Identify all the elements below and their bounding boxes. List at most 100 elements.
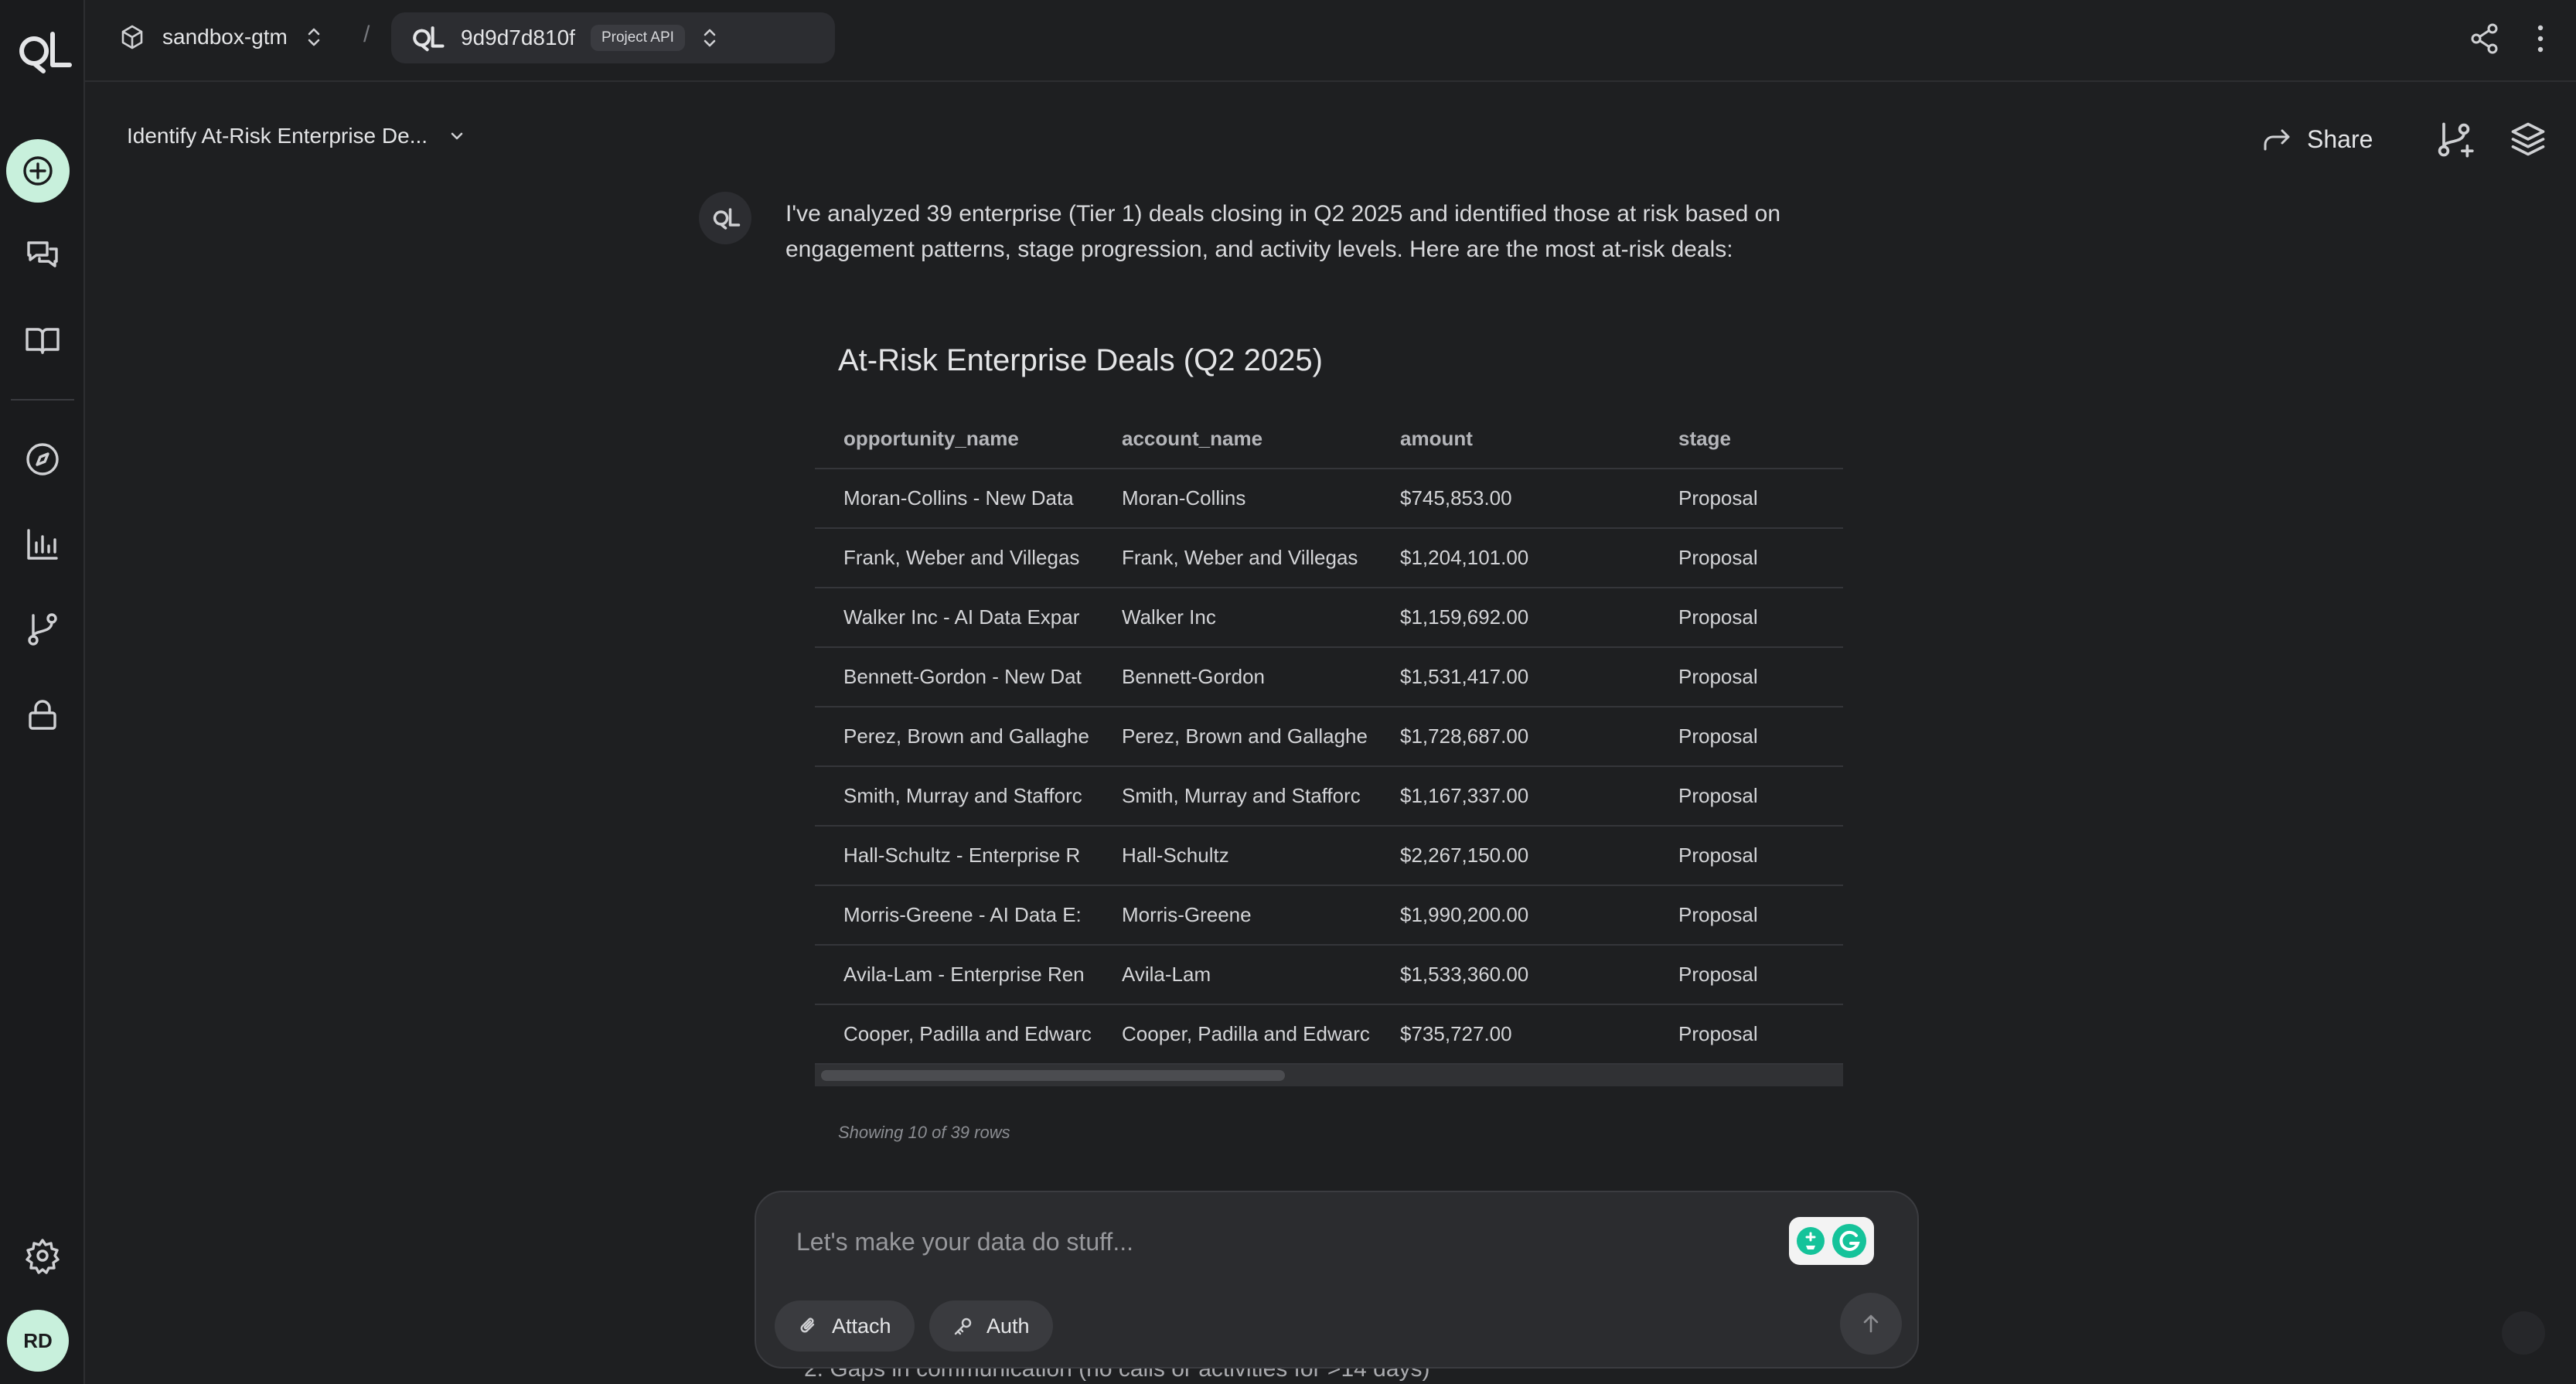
table-cell: Proposal — [1650, 647, 1843, 707]
table-cell: Moran-Collins - New Data — [815, 469, 1093, 529]
sidebar-divider — [11, 399, 74, 401]
layers-button[interactable] — [2508, 119, 2548, 159]
sidebar-item-security[interactable] — [15, 687, 70, 742]
cube-icon — [121, 25, 143, 49]
compass-icon — [26, 443, 59, 476]
user-avatar[interactable]: RD — [7, 1310, 69, 1372]
table-cell: Frank, Weber and Villegas — [1093, 528, 1371, 588]
grammarly-widget[interactable] — [1789, 1217, 1874, 1265]
top-bar: sandbox-gtm / 9d9d7d810f Project API — [85, 0, 2576, 82]
table-cell: $745,853.00 — [1371, 469, 1650, 529]
column-header[interactable]: stage — [1650, 410, 1843, 469]
table-horizontal-scrollbar[interactable] — [815, 1065, 1843, 1086]
lock-icon — [29, 700, 56, 730]
attach-button[interactable]: Attach — [775, 1300, 915, 1352]
table-cell: Proposal — [1650, 766, 1843, 827]
thread-title-dropdown[interactable]: Identify At-Risk Enterprise De... — [127, 124, 466, 148]
breadcrumb-separator: / — [363, 22, 370, 47]
table-cell: Cooper, Padilla and Edwarc — [1093, 1004, 1371, 1065]
table-row: Walker Inc - AI Data Expar Walker Inc $1… — [815, 588, 1843, 648]
row-count-text: Showing 10 of 39 rows — [838, 1123, 1010, 1142]
paperclip-icon — [800, 1318, 815, 1333]
share-label: Share — [2307, 124, 2373, 153]
table-cell: Moran-Collins — [1093, 469, 1371, 529]
table-cell: Proposal — [1650, 1004, 1843, 1065]
table-cell: Proposal — [1650, 826, 1843, 886]
table-cell: Walker Inc — [1093, 588, 1371, 648]
table-row: Moran-Collins - New Data Moran-Collins $… — [815, 469, 1843, 529]
table-cell: Morris-Greene — [1093, 885, 1371, 946]
branch-button[interactable] — [2434, 119, 2474, 159]
table-cell: Perez, Brown and Gallaghe — [815, 707, 1093, 767]
assistant-avatar — [699, 192, 751, 244]
table-cell: Proposal — [1650, 707, 1843, 767]
table-header-row: opportunity_name account_name amount sta… — [815, 410, 1843, 469]
layers-icon — [2511, 122, 2545, 156]
avatar-initials: RD — [23, 1328, 53, 1352]
table-row: Hall-Schultz - Enterprise R Hall-Schultz… — [815, 826, 1843, 886]
auth-button[interactable]: Auth — [929, 1300, 1053, 1352]
table-cell: $1,204,101.00 — [1371, 528, 1650, 588]
table-cell: Smith, Murray and Stafforc — [815, 766, 1093, 827]
thread-title: Identify At-Risk Enterprise De... — [127, 124, 428, 148]
app-logo[interactable] — [11, 28, 74, 74]
project-tag-badge: Project API — [590, 25, 685, 51]
table-cell: Frank, Weber and Villegas — [815, 528, 1093, 588]
sidebar-item-branches[interactable] — [15, 602, 70, 657]
table-cell: Proposal — [1650, 885, 1843, 946]
table-row: Smith, Murray and Stafforc Smith, Murray… — [815, 766, 1843, 827]
more-vertical-icon — [2537, 25, 2544, 53]
send-button[interactable] — [1840, 1293, 1902, 1355]
table-cell: $1,990,200.00 — [1371, 885, 1650, 946]
plus-circle-icon — [23, 156, 53, 186]
column-header[interactable]: amount — [1371, 410, 1650, 469]
new-chat-button[interactable] — [6, 139, 70, 203]
results-table[interactable]: opportunity_name account_name amount sta… — [815, 410, 1843, 1089]
sidebar: RD — [0, 0, 85, 1384]
message-input[interactable] — [796, 1228, 1724, 1256]
share-network-button[interactable] — [2466, 20, 2503, 57]
workspace-switcher[interactable]: sandbox-gtm — [119, 14, 323, 60]
table-cell: $2,267,150.00 — [1371, 826, 1650, 886]
table-row: Perez, Brown and Gallaghe Perez, Brown a… — [815, 707, 1843, 767]
sidebar-item-docs[interactable] — [15, 312, 70, 368]
project-id: 9d9d7d810f — [461, 26, 575, 49]
assistant-logo-icon — [713, 208, 741, 230]
table-cell: Hall-Schultz - Enterprise R — [815, 826, 1093, 886]
share-arrow-icon — [2264, 129, 2290, 151]
table-cell: Walker Inc - AI Data Expar — [815, 588, 1093, 648]
table-cell: $1,159,692.00 — [1371, 588, 1650, 648]
table-cell: Bennett-Gordon - New Dat — [815, 647, 1093, 707]
table-cell: Bennett-Gordon — [1093, 647, 1371, 707]
scrollbar-thumb[interactable] — [821, 1070, 1285, 1081]
chat-bubbles-icon — [27, 241, 58, 268]
table-cell: Avila-Lam - Enterprise Ren — [815, 945, 1093, 1005]
table-cell: Smith, Murray and Stafforc — [1093, 766, 1371, 827]
table-row: Frank, Weber and Villegas Frank, Weber a… — [815, 528, 1843, 588]
arrow-up-icon — [1863, 1314, 1879, 1333]
sidebar-item-explore[interactable] — [15, 431, 70, 487]
column-header[interactable]: opportunity_name — [815, 410, 1093, 469]
chevron-up-down-icon — [704, 29, 716, 47]
table-cell: Proposal — [1650, 469, 1843, 529]
sidebar-item-chats[interactable] — [15, 227, 70, 283]
attach-label: Attach — [832, 1314, 891, 1338]
table-cell: $1,533,360.00 — [1371, 945, 1650, 1005]
column-header[interactable]: account_name — [1093, 410, 1371, 469]
chevron-down-icon — [451, 132, 463, 140]
grammarly-bulb-icon — [1797, 1227, 1825, 1255]
sidebar-item-charts[interactable] — [15, 516, 70, 572]
share-nodes-icon — [2471, 23, 2498, 54]
table-cell: $735,727.00 — [1371, 1004, 1650, 1065]
table-cell: Proposal — [1650, 945, 1843, 1005]
share-button[interactable]: Share — [2262, 118, 2373, 161]
project-switcher[interactable]: 9d9d7d810f Project API — [391, 12, 835, 63]
workspace-name: sandbox-gtm — [162, 25, 288, 49]
table-cell: Avila-Lam — [1093, 945, 1371, 1005]
more-options-button[interactable] — [2522, 20, 2559, 57]
help-widget[interactable] — [2502, 1311, 2545, 1355]
git-branch-icon — [28, 613, 57, 646]
git-branch-plus-icon — [2438, 122, 2474, 158]
table-row: Morris-Greene - AI Data E: Morris-Greene… — [815, 885, 1843, 946]
sidebar-item-settings[interactable] — [15, 1228, 70, 1283]
